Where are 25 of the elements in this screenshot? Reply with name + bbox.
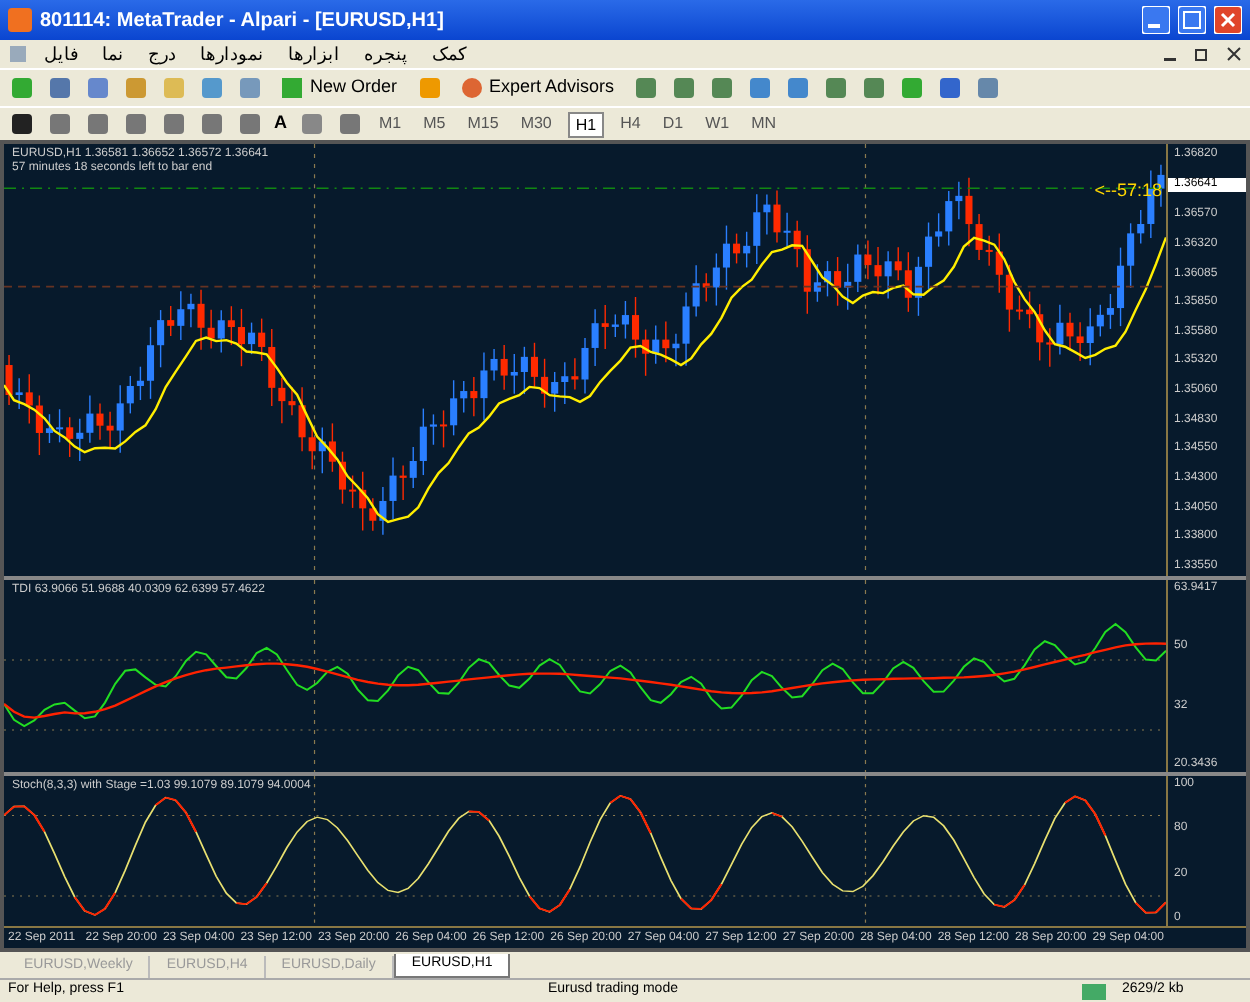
new-order-button[interactable]: New Order	[274, 72, 406, 104]
timeframe-button[interactable]: H4	[614, 111, 647, 137]
menu-item[interactable]: نمودارها	[200, 45, 264, 63]
timeframe-button[interactable]: M15	[461, 111, 505, 137]
close-icon[interactable]	[1226, 46, 1242, 62]
timeframe-button[interactable]: M1	[373, 111, 408, 137]
restore-icon[interactable]	[1194, 46, 1210, 62]
window-title: 801114: MetaTrader - Alpari - [EURUSD,H1]	[40, 7, 446, 35]
timeframe-button[interactable]: W1	[699, 111, 736, 137]
text-tool[interactable]: A	[274, 110, 287, 138]
app-icon	[8, 8, 32, 32]
timeframe-button[interactable]: M30	[514, 111, 558, 137]
menu-item[interactable]: ابزارها	[288, 45, 340, 63]
menu-item[interactable]: کمک	[432, 45, 466, 63]
menu-item[interactable]: پنجره	[364, 45, 408, 63]
menu-item[interactable]: درج	[148, 45, 176, 63]
countdown-label: <--57:18	[1094, 178, 1162, 204]
timeframe-button[interactable]: H1	[567, 111, 605, 137]
timeframe-button[interactable]: M5	[417, 111, 452, 137]
maximize-icon[interactable]	[1178, 6, 1206, 34]
menu-item[interactable]: نما	[102, 45, 124, 63]
timeframe-button[interactable]: D1	[656, 111, 690, 137]
menu-item[interactable]: فایل	[44, 45, 78, 63]
expert-advisors-button[interactable]: Expert Advisors	[453, 72, 623, 104]
timeframe-button[interactable]: MN	[745, 111, 783, 137]
